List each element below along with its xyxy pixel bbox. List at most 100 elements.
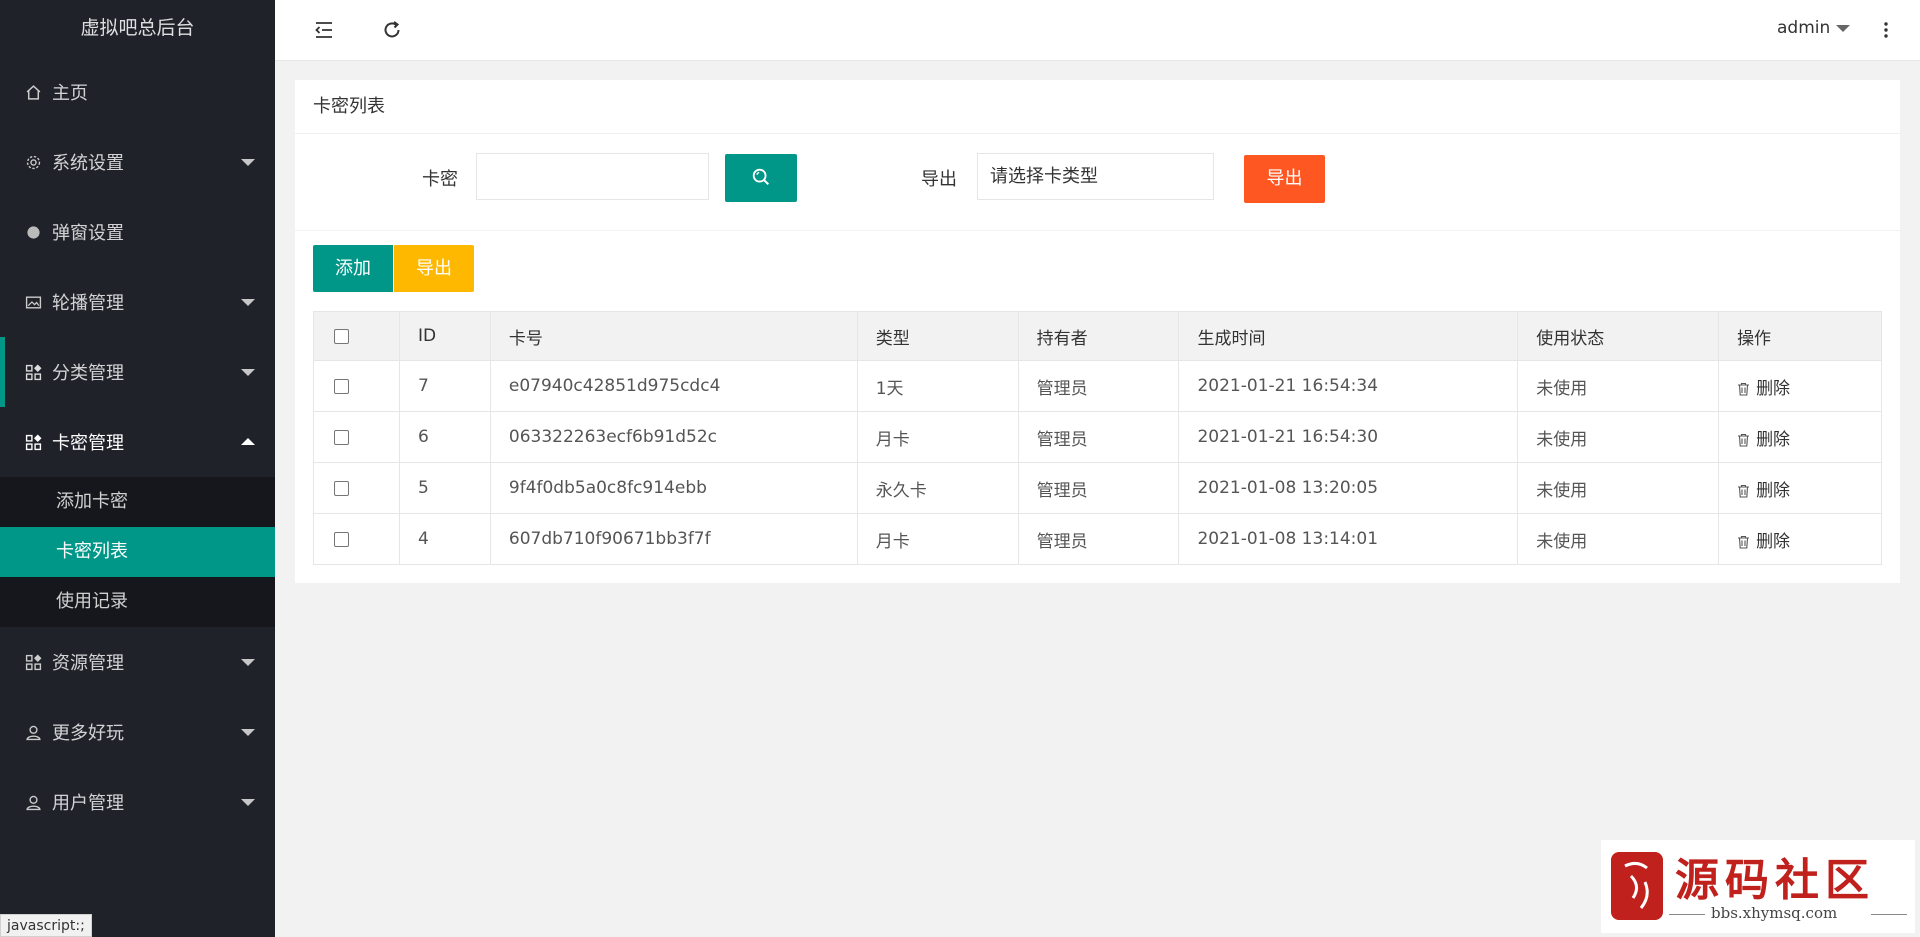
cell-code: e07940c42851d975cdc4 — [489, 360, 858, 412]
card-type-select[interactable]: 请选择卡类型 — [977, 153, 1214, 200]
table-header-row: ID 卡号 类型 持有者 生成时间 使用状态 操作 — [313, 311, 1882, 361]
user-icon — [24, 793, 42, 811]
cell-type: 永久卡 — [856, 462, 1019, 514]
column-header-status[interactable]: 使用状态 — [1517, 311, 1720, 361]
cell-status: 未使用 — [1517, 513, 1720, 565]
app-grid-icon — [24, 433, 42, 451]
gear-icon — [24, 153, 42, 171]
cell-owner: 管理员 — [1017, 462, 1180, 514]
column-header-code[interactable]: 卡号 — [489, 311, 858, 361]
sidebar-item-home[interactable]: 主页 — [0, 57, 275, 127]
cell-type: 1天 — [856, 360, 1019, 412]
sidebar-item-users[interactable]: 用户管理 — [0, 767, 275, 837]
trash-icon — [1738, 535, 1750, 549]
chevron-down-icon — [241, 659, 255, 666]
add-button[interactable]: 添加 — [313, 245, 393, 292]
image-icon — [24, 293, 42, 311]
sidebar-item-label: 用户管理 — [52, 793, 124, 814]
sidebar-item-label: 主页 — [52, 83, 88, 104]
sidebar-item-more-fun[interactable]: 更多好玩 — [0, 697, 275, 767]
delete-label: 删除 — [1756, 480, 1791, 501]
cell-status: 未使用 — [1517, 411, 1720, 463]
delete-button[interactable]: 删除 — [1737, 430, 1790, 450]
card-search-input[interactable] — [476, 153, 709, 200]
user-menu[interactable]: admin — [1777, 18, 1851, 38]
cell-owner: 管理员 — [1017, 513, 1180, 565]
chevron-down-icon — [241, 299, 255, 306]
column-header-type[interactable]: 类型 — [856, 311, 1019, 361]
sidebar-item-popup-settings[interactable]: 弹窗设置 — [0, 197, 275, 267]
more-vertical-icon[interactable] — [1878, 18, 1894, 42]
sidebar-item-category[interactable]: 分类管理 — [0, 337, 275, 407]
panel-title: 卡密列表 — [295, 80, 1900, 134]
select-all-checkbox[interactable] — [334, 328, 349, 344]
card-submenu: 添加卡密 卡密列表 使用记录 — [0, 477, 275, 627]
cell-type: 月卡 — [856, 513, 1019, 565]
column-header-actions: 操作 — [1718, 311, 1882, 361]
watermark-url: bbs.xhymsq.com — [1711, 904, 1838, 922]
column-header-id[interactable]: ID — [398, 311, 491, 361]
table-row: 4 607db710f90671bb3f7f 月卡 管理员 2021-01-08… — [313, 513, 1882, 565]
watermark-title: 源码社区 — [1675, 855, 1875, 906]
cell-status: 未使用 — [1517, 360, 1720, 412]
submenu-item-add-card[interactable]: 添加卡密 — [0, 477, 275, 527]
caret-down-icon — [1836, 24, 1851, 32]
trash-icon — [1738, 484, 1750, 498]
export-label: 导出 — [921, 169, 957, 190]
user-icon — [24, 723, 42, 741]
divider — [1871, 914, 1907, 915]
delete-label: 删除 — [1756, 429, 1791, 450]
sidebar-item-system-settings[interactable]: 系统设置 — [0, 127, 275, 197]
sidebar-item-carousel[interactable]: 轮播管理 — [0, 267, 275, 337]
export-button[interactable]: 导出 — [1244, 155, 1325, 203]
sidebar-item-label: 系统设置 — [52, 153, 124, 174]
delete-label: 删除 — [1756, 378, 1791, 399]
sidebar-item-resources[interactable]: 资源管理 — [0, 627, 275, 697]
cell-owner: 管理员 — [1017, 411, 1180, 463]
toolbar-export-button[interactable]: 导出 — [394, 245, 474, 292]
chevron-up-icon — [241, 438, 255, 445]
sidebar-item-label: 资源管理 — [52, 653, 124, 674]
delete-button[interactable]: 删除 — [1737, 481, 1790, 501]
row-checkbox[interactable] — [334, 480, 349, 496]
cell-created: 2021-01-08 13:14:01 — [1178, 513, 1519, 565]
sidebar-item-label: 轮播管理 — [52, 293, 124, 314]
search-button[interactable] — [725, 154, 797, 202]
column-header-owner[interactable]: 持有者 — [1017, 311, 1180, 361]
divider — [1669, 914, 1705, 915]
row-checkbox[interactable] — [334, 429, 349, 445]
row-checkbox[interactable] — [334, 531, 349, 547]
browser-status-bar: javascript:; — [0, 914, 92, 937]
table-row: 6 063322263ecf6b91d52c 月卡 管理员 2021-01-21… — [313, 411, 1882, 463]
sidebar: 虚拟吧总后台 主页 系统设置 弹窗设置 轮播管理 分类管理 卡密管理 添加卡密 … — [0, 0, 275, 937]
cell-code: 9f4f0db5a0c8fc914ebb — [489, 462, 858, 514]
delete-button[interactable]: 删除 — [1737, 379, 1790, 399]
delete-label: 删除 — [1756, 531, 1791, 552]
refresh-icon[interactable] — [380, 18, 404, 42]
cell-id: 5 — [398, 462, 491, 514]
submenu-item-usage-records[interactable]: 使用记录 — [0, 577, 275, 627]
cell-created: 2021-01-21 16:54:30 — [1178, 411, 1519, 463]
sidebar-item-label: 卡密管理 — [52, 433, 124, 454]
delete-button[interactable]: 删除 — [1737, 532, 1790, 552]
card-table: ID 卡号 类型 持有者 生成时间 使用状态 操作 7 e07940c42851… — [313, 311, 1882, 565]
cell-id: 4 — [398, 513, 491, 565]
submenu-item-card-list[interactable]: 卡密列表 — [0, 527, 275, 577]
chevron-down-icon — [241, 159, 255, 166]
card-list-panel: 卡密列表 卡密 导出 请选择卡类型 导出 添加 导出 ID 卡号 类型 持有者 … — [295, 80, 1900, 583]
app-grid-icon — [24, 363, 42, 381]
select-all-cell — [313, 311, 400, 361]
cell-created: 2021-01-21 16:54:34 — [1178, 360, 1519, 412]
app-title: 虚拟吧总后台 — [80, 17, 195, 39]
sidebar-item-label: 分类管理 — [52, 363, 124, 384]
circle-icon — [24, 223, 42, 241]
sidebar-item-card-management[interactable]: 卡密管理 — [0, 407, 275, 477]
row-checkbox[interactable] — [334, 378, 349, 394]
card-label: 卡密 — [422, 169, 458, 190]
table-row: 7 e07940c42851d975cdc4 1天 管理员 2021-01-21… — [313, 360, 1882, 412]
watermark: 源码社区 bbs.xhymsq.com — [1601, 840, 1915, 933]
collapse-menu-icon[interactable] — [312, 18, 336, 42]
chevron-down-icon — [241, 799, 255, 806]
cell-status: 未使用 — [1517, 462, 1720, 514]
column-header-created[interactable]: 生成时间 — [1178, 311, 1519, 361]
